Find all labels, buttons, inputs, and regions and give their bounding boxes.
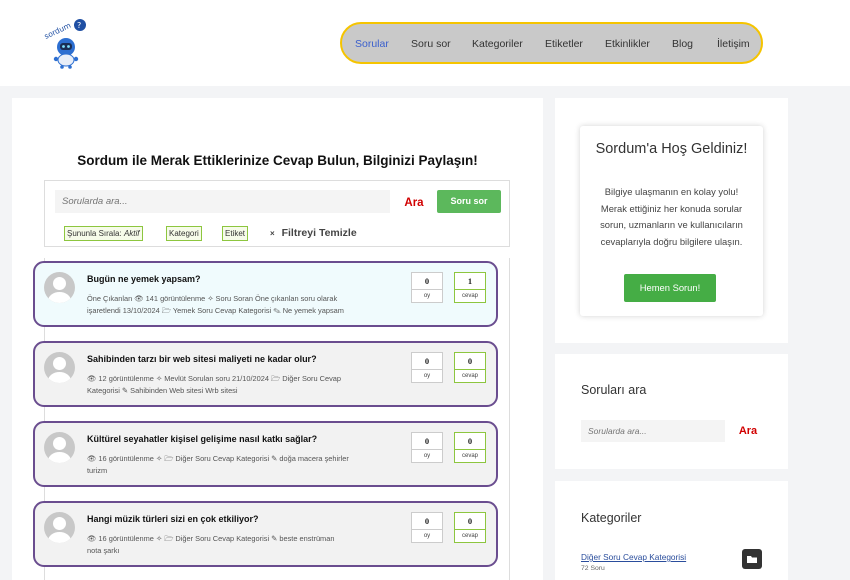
sort-filter-value: Aktif xyxy=(123,229,140,238)
sidebar-categories-widget: Kategoriler Diğer Soru Cevap Kategorisi … xyxy=(555,481,788,580)
question-meta-line: nota şarkı xyxy=(87,546,120,555)
page-title: Sordum ile Merak Ettiklerinize Cevap Bul… xyxy=(77,153,478,168)
main-nav: Sorular Soru sor Kategoriler Etiketler E… xyxy=(340,22,763,64)
question-card[interactable]: Kültürel seyahatler kişisel gelişime nas… xyxy=(33,421,498,487)
question-meta-line: turizm xyxy=(87,466,108,475)
sidebar-search-title: Soruları ara xyxy=(581,383,647,397)
svg-text:?: ? xyxy=(77,21,81,30)
answer-label: cevap xyxy=(461,373,478,379)
welcome-text: Bilgiye ulaşmanın en kolay yolu! Merak e… xyxy=(600,186,743,247)
ask-question-button[interactable]: Soru sor xyxy=(437,190,501,213)
answer-count: 0 xyxy=(455,513,485,530)
vote-count-box: 0 oy xyxy=(411,352,443,383)
sidebar-search-widget: Soruları ara Ara xyxy=(555,354,788,469)
answer-count: 0 xyxy=(455,353,485,370)
clear-filter-button[interactable]: × Filtreyi Temizle xyxy=(270,227,357,239)
site-header: sordum ? Sorular Soru sor Kategoriler Et… xyxy=(0,0,850,86)
question-meta: 👁 16 görüntülenme ✧ 🗁 Diğer Soru Cevap K… xyxy=(87,533,387,557)
avatar xyxy=(44,352,75,383)
welcome-card: Sordum'a Hoş Geldiniz! Bilgiye ulaşmanın… xyxy=(580,126,763,316)
vote-label: oy xyxy=(423,453,431,459)
vote-count: 0 xyxy=(412,433,442,450)
question-search-box: Ara Soru sor Şununla Sırala: Aktif Kateg… xyxy=(44,180,510,247)
question-title[interactable]: Hangi müzik türleri sizi en çok etkiliyo… xyxy=(87,514,259,524)
answer-count-box: 1 cevap xyxy=(454,272,486,303)
answer-label: cevap xyxy=(461,293,478,299)
answer-count-box: 0 cevap xyxy=(454,432,486,463)
sidebar-categories-title: Kategoriler xyxy=(581,511,642,525)
vote-label: oy xyxy=(423,293,431,299)
vote-count-box: 0 oy xyxy=(411,432,443,463)
nav-sorular[interactable]: Sorular xyxy=(355,38,389,50)
question-meta-line: 👁 12 görüntülenme ✧ Mevlüt Sorulan soru … xyxy=(87,374,341,383)
answer-label: cevap xyxy=(461,533,478,539)
close-icon: × xyxy=(270,229,275,238)
vote-label: oy xyxy=(423,373,431,379)
welcome-title: Sordum'a Hoş Geldiniz! xyxy=(595,141,748,157)
sort-filter-label: Şununla Sırala: xyxy=(67,229,122,238)
answer-count-box: 0 cevap xyxy=(454,512,486,543)
question-title[interactable]: Kültürel seyahatler kişisel gelişime nas… xyxy=(87,434,317,444)
question-meta-line: 👁 16 görüntülenme ✧ 🗁 Diğer Soru Cevap K… xyxy=(87,454,349,463)
avatar xyxy=(44,432,75,463)
category-filter[interactable]: Kategori xyxy=(166,226,202,241)
answer-label: cevap xyxy=(461,453,478,459)
tag-filter[interactable]: Etiket xyxy=(222,226,249,241)
vote-count-box: 0 oy xyxy=(411,272,443,303)
answer-count-box: 0 cevap xyxy=(454,352,486,383)
question-search-input[interactable] xyxy=(55,190,390,213)
nav-etiketler[interactable]: Etiketler xyxy=(545,38,583,50)
answer-count: 0 xyxy=(455,433,485,450)
nav-iletisim[interactable]: İletişim xyxy=(717,38,750,50)
question-title[interactable]: Sahibinden tarzı bir web sitesi maliyeti… xyxy=(87,354,317,364)
question-meta: 👁 16 görüntülenme ✧ 🗁 Diğer Soru Cevap K… xyxy=(87,453,387,477)
question-meta-line: işaretlendi 13/10/2024 🗁 Yemek Soru Ceva… xyxy=(87,306,344,315)
question-meta: Öne Çıkanlan 👁 141 görüntülenme ✧ Soru S… xyxy=(87,293,387,317)
question-title[interactable]: Bugün ne yemek yapsam? xyxy=(87,274,201,284)
avatar xyxy=(44,272,75,303)
question-meta-line: 👁 16 görüntülenme ✧ 🗁 Diğer Soru Cevap K… xyxy=(87,534,335,543)
folder-icon[interactable] xyxy=(742,549,762,569)
category-count: 72 Soru xyxy=(581,565,605,572)
question-card[interactable]: Hangi müzik türleri sizi en çok etkiliyo… xyxy=(33,501,498,567)
vote-count-box: 0 oy xyxy=(411,512,443,543)
nav-blog[interactable]: Blog xyxy=(672,38,693,50)
svg-text:sordum: sordum xyxy=(43,21,72,41)
sidebar-search-input[interactable] xyxy=(581,420,725,442)
category-link[interactable]: Diğer Soru Cevap Kategorisi xyxy=(581,552,686,562)
question-card[interactable]: Bugün ne yemek yapsam? Öne Çıkanlan 👁 14… xyxy=(33,261,498,327)
nav-kategoriler[interactable]: Kategoriler xyxy=(472,38,523,50)
vote-count: 0 xyxy=(412,273,442,290)
nav-soru-sor[interactable]: Soru sor xyxy=(411,38,451,50)
search-button[interactable]: Ara xyxy=(399,192,429,214)
answer-count: 1 xyxy=(455,273,485,290)
sordum-logo[interactable]: sordum ? xyxy=(42,17,90,69)
avatar xyxy=(44,512,75,543)
nav-etkinlikler[interactable]: Etkinlikler xyxy=(605,38,650,50)
question-card[interactable]: Sahibinden tarzı bir web sitesi maliyeti… xyxy=(33,341,498,407)
sidebar-welcome-widget: Sordum'a Hoş Geldiniz! Bilgiye ulaşmanın… xyxy=(555,98,788,343)
question-meta: 👁 12 görüntülenme ✧ Mevlüt Sorulan soru … xyxy=(87,373,387,397)
question-meta-line: Kategorisi ✎ Sahibinden Web sitesi Wrb s… xyxy=(87,386,238,395)
sidebar-search-button[interactable]: Ara xyxy=(733,420,763,442)
clear-filter-label: Filtreyi Temizle xyxy=(281,227,357,239)
sort-filter[interactable]: Şununla Sırala: Aktif xyxy=(64,226,143,241)
vote-count: 0 xyxy=(412,513,442,530)
ask-now-button[interactable]: Hemen Sorun! xyxy=(624,274,716,302)
vote-label: oy xyxy=(423,533,431,539)
vote-count: 0 xyxy=(412,353,442,370)
question-meta-line: Öne Çıkanlan 👁 141 görüntülenme ✧ Soru S… xyxy=(87,294,338,303)
